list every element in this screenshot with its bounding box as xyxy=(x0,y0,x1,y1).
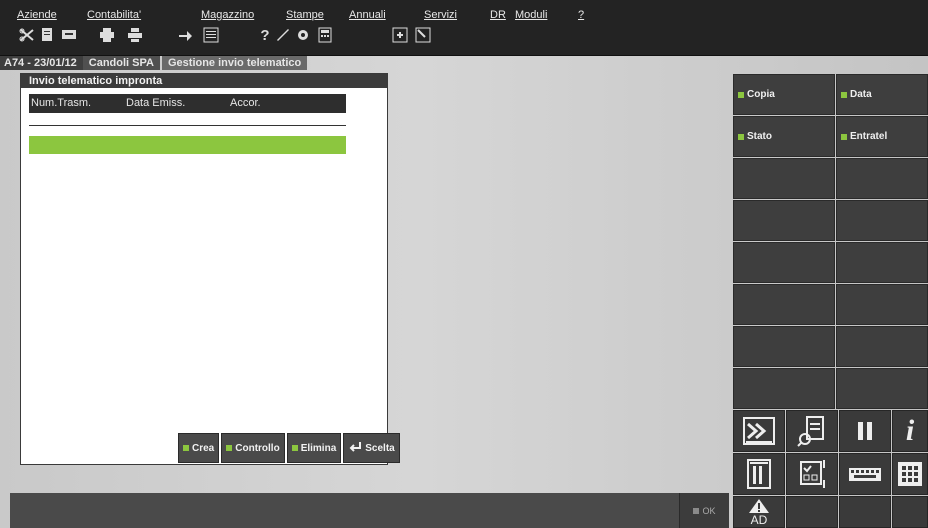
elimina-label: Elimina xyxy=(300,442,337,454)
green-square-icon xyxy=(183,445,189,451)
empty-cell xyxy=(786,496,838,528)
crea-label: Crea xyxy=(192,442,215,454)
ok-button[interactable]: OK xyxy=(679,493,729,528)
empty-cell xyxy=(733,200,835,241)
copia-label: Copia xyxy=(747,89,775,100)
green-square-icon xyxy=(738,91,744,98)
invio-telematico-panel: Invio telematico impronta Num.Trasm. Dat… xyxy=(20,73,400,465)
empty-cell xyxy=(733,326,835,367)
config-icon[interactable] xyxy=(294,26,312,44)
empty-cell xyxy=(836,242,928,283)
green-square-icon xyxy=(841,91,847,98)
empty-cell xyxy=(836,284,928,325)
menu-moduli[interactable]: Moduli xyxy=(515,9,547,21)
empty-cell xyxy=(733,368,835,409)
scelta-label: Scelta xyxy=(365,442,395,454)
entratel-button[interactable]: Entratel xyxy=(836,116,928,157)
menu-servizi[interactable]: Servizi xyxy=(424,9,457,21)
stato-label: Stato xyxy=(747,131,772,142)
enter-arrow-icon xyxy=(348,441,362,456)
empty-cell xyxy=(892,496,928,528)
navigate-icon[interactable] xyxy=(733,410,785,452)
empty-cell xyxy=(733,158,835,199)
column-num-trasm[interactable]: Num.Trasm. xyxy=(31,97,91,109)
breadcrumb-company-name: Candoli SPA xyxy=(82,56,160,70)
stato-button[interactable]: Stato xyxy=(733,116,835,157)
table-row[interactable] xyxy=(29,136,346,154)
window-icon[interactable] xyxy=(414,26,432,44)
entratel-label: Entratel xyxy=(850,131,888,142)
breadcrumb: A74 - 23/01/12 Candoli SPA Gestione invi… xyxy=(0,56,928,70)
green-square-icon xyxy=(738,133,744,140)
panel-button-bar: Crea Controllo Elimina Scelta xyxy=(178,433,400,463)
arrow-icon[interactable] xyxy=(176,26,194,44)
menu-magazzino[interactable]: Magazzino xyxy=(201,9,254,21)
panel-title: Invio telematico impronta xyxy=(21,74,387,88)
data-button[interactable]: Data xyxy=(836,74,928,115)
keyboard-icon[interactable] xyxy=(839,453,891,495)
printer-alt-icon[interactable] xyxy=(126,26,144,44)
warning-ad-button[interactable]: AD xyxy=(733,496,785,528)
controllo-label: Controllo xyxy=(235,442,280,454)
menu-bar: Aziende Contabilita' Magazzino Stampe An… xyxy=(0,0,928,56)
empty-cell xyxy=(733,284,835,325)
crea-button[interactable]: Crea xyxy=(178,433,220,463)
grid-header: Num.Trasm. Data Emiss. Accor. xyxy=(29,94,346,113)
archive-icon[interactable] xyxy=(733,453,785,495)
menu-annuali[interactable]: Annuali xyxy=(349,9,386,21)
grid-separator xyxy=(29,125,346,126)
scissors-icon[interactable] xyxy=(18,26,36,44)
controllo-button[interactable]: Controllo xyxy=(221,433,285,463)
help-icon[interactable]: ? xyxy=(256,26,274,44)
empty-cell xyxy=(733,242,835,283)
menu-dr[interactable]: DR xyxy=(490,9,506,21)
empty-cell xyxy=(836,326,928,367)
empty-cell xyxy=(839,496,891,528)
grey-square-icon xyxy=(693,507,700,514)
list-icon[interactable] xyxy=(202,26,220,44)
green-square-icon xyxy=(291,445,298,451)
right-command-panel: Copia Data Stato Entratel i AD xyxy=(733,74,928,528)
column-data-emiss[interactable]: Data Emiss. xyxy=(126,97,185,109)
pause-icon[interactable] xyxy=(839,410,891,452)
menu-aziende[interactable]: Aziende xyxy=(17,9,57,21)
breadcrumb-section: Gestione invio telematico xyxy=(161,56,308,70)
green-square-icon xyxy=(841,133,847,140)
status-bar: OK xyxy=(10,493,729,528)
empty-cell xyxy=(836,200,928,241)
document-icon[interactable] xyxy=(38,26,56,44)
column-accor[interactable]: Accor. xyxy=(230,97,261,109)
checklist-icon[interactable] xyxy=(786,453,838,495)
document-stack-icon[interactable] xyxy=(60,26,78,44)
printer-icon[interactable] xyxy=(98,26,116,44)
tools-icon[interactable] xyxy=(274,26,292,44)
expand-icon[interactable] xyxy=(391,26,409,44)
menu-contabilita[interactable]: Contabilita' xyxy=(87,9,141,21)
empty-cell xyxy=(836,158,928,199)
warning-icon xyxy=(749,499,769,513)
ad-label: AD xyxy=(750,513,768,527)
calculator-icon[interactable] xyxy=(316,26,334,44)
info-icon[interactable]: i xyxy=(892,410,928,452)
menu-help[interactable]: ? xyxy=(578,9,584,21)
menu-stampe[interactable]: Stampe xyxy=(286,9,324,21)
elimina-button[interactable]: Elimina xyxy=(286,433,342,463)
scelta-button[interactable]: Scelta xyxy=(343,433,400,463)
copia-button[interactable]: Copia xyxy=(733,74,835,115)
grid-icon[interactable] xyxy=(892,453,928,495)
green-square-icon xyxy=(226,445,233,451)
data-label: Data xyxy=(850,89,872,100)
breadcrumb-company: A74 - 23/01/12 xyxy=(0,56,83,70)
search-document-icon[interactable] xyxy=(786,410,838,452)
ok-label: OK xyxy=(702,505,716,516)
empty-cell xyxy=(836,368,928,409)
